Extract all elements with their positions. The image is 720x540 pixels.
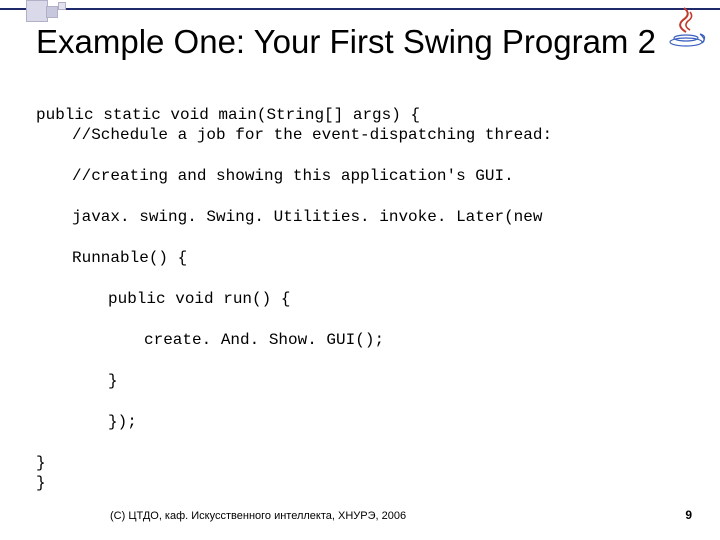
code-line: public void run() { [36, 289, 696, 309]
slide-content: Example One: Your First Swing Program 2 … [36, 22, 696, 514]
code-line: public static void main(String[] args) { [36, 106, 420, 124]
horizontal-rule [0, 8, 720, 10]
code-line: } [36, 454, 46, 472]
code-line: } [36, 371, 696, 391]
code-block: public static void main(String[] args) {… [36, 84, 696, 514]
code-line: //creating and showing this application'… [36, 166, 696, 186]
deco-square-icon [58, 2, 66, 10]
code-line: Runnable() { [36, 248, 696, 268]
deco-square-icon [46, 6, 58, 18]
code-line: javax. swing. Swing. Utilities. invoke. … [36, 207, 696, 227]
code-line: } [36, 474, 46, 492]
code-line: //Schedule a job for the event-dispatchi… [36, 125, 696, 145]
slide-title: Example One: Your First Swing Program 2 [36, 22, 696, 62]
footer-credit: (С) ЦТДО, каф. Искусственного интеллекта… [110, 510, 406, 522]
page-number: 9 [685, 508, 692, 522]
code-line: }); [36, 412, 696, 432]
deco-square-icon [26, 0, 48, 22]
slide-top-decoration [0, 0, 720, 20]
code-line: create. And. Show. GUI(); [36, 330, 696, 350]
